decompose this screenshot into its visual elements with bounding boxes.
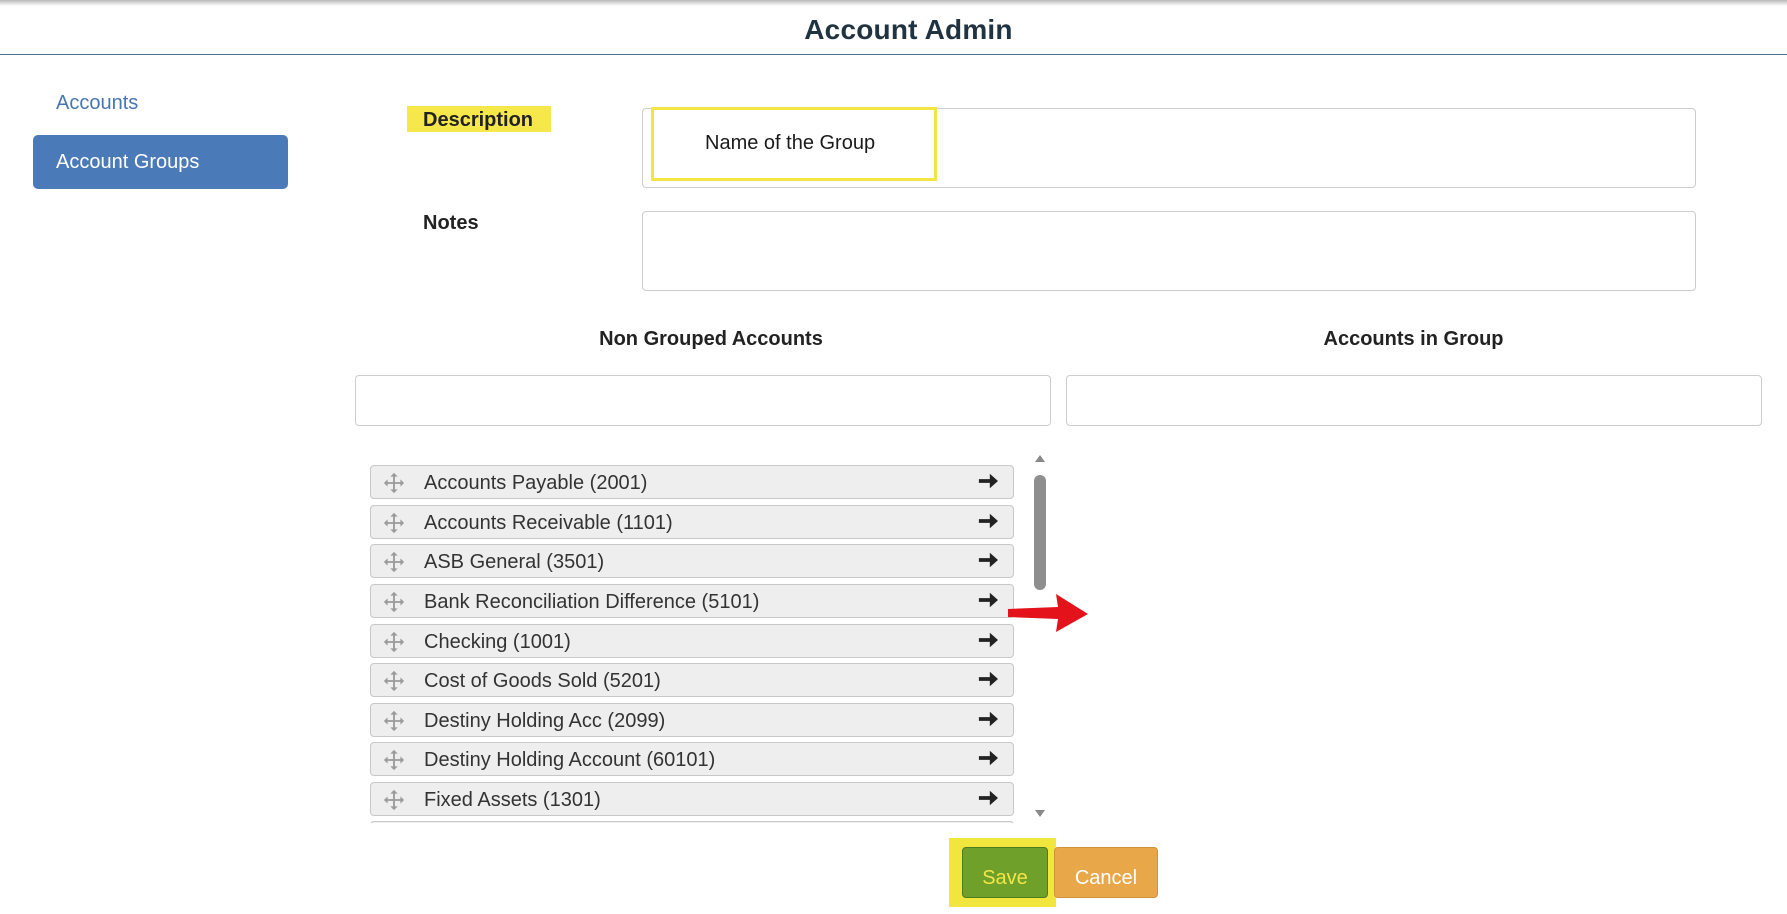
red-arrow-icon <box>1008 594 1088 632</box>
arrow-right-icon[interactable] <box>977 709 999 729</box>
title-divider <box>0 54 1787 55</box>
move-icon[interactable] <box>383 591 405 613</box>
sidebar-item-accounts[interactable]: Accounts <box>56 92 138 115</box>
move-icon[interactable] <box>383 710 405 732</box>
move-icon[interactable] <box>383 551 405 573</box>
non-grouped-filter-input[interactable] <box>355 375 1051 426</box>
save-button[interactable]: Save <box>962 847 1048 898</box>
list-item-label: Accounts Payable (2001) <box>424 472 648 494</box>
non-grouped-accounts-list: Accounts Payable (2001) Accounts Receiva… <box>368 457 1017 823</box>
list-item-label: Bank Reconciliation Difference (5101) <box>424 591 760 613</box>
list-item[interactable]: Destiny Holding Account (60101) <box>370 742 1014 776</box>
list-item[interactable]: ASB General (3501) <box>370 544 1014 578</box>
list-item[interactable]: Checking (1001) <box>370 624 1014 658</box>
arrow-right-icon[interactable] <box>977 471 999 491</box>
arrow-right-icon[interactable] <box>977 788 999 808</box>
arrow-right-icon[interactable] <box>977 748 999 768</box>
scroll-down-icon[interactable] <box>1035 810 1045 817</box>
list-item-label: Accounts Receivable (1101) <box>424 512 673 534</box>
list-item[interactable]: Cost of Goods Sold (5201) <box>370 663 1014 697</box>
list-item-label: Destiny Holding Acc (2099) <box>424 710 666 732</box>
move-icon[interactable] <box>383 789 405 811</box>
move-icon[interactable] <box>383 472 405 494</box>
list-item[interactable]: Accounts Receivable (1101) <box>370 505 1014 539</box>
arrow-right-icon[interactable] <box>977 550 999 570</box>
list-item-label: Cost of Goods Sold (5201) <box>424 670 661 692</box>
list-item[interactable]: Bank Reconciliation Difference (5101) <box>370 584 1014 618</box>
list-item-label: Fixed Assets (1301) <box>424 789 601 811</box>
notes-input[interactable] <box>642 211 1696 291</box>
sidebar-item-account-groups[interactable]: Account Groups <box>33 135 288 189</box>
scroll-thumb[interactable] <box>1034 475 1046 590</box>
list-item-label: Checking (1001) <box>424 631 571 653</box>
arrow-right-icon[interactable] <box>977 669 999 689</box>
list-item-label: Destiny Holding Account (60101) <box>424 749 716 771</box>
non-grouped-accounts-header: Non Grouped Accounts <box>599 328 823 350</box>
notes-label: Notes <box>423 212 479 234</box>
arrow-right-icon[interactable] <box>977 590 999 610</box>
list-item[interactable]: Accounts Payable (2001) <box>370 465 1014 499</box>
accounts-in-group-header: Accounts in Group <box>1323 328 1504 350</box>
window-top-shadow <box>0 0 1787 6</box>
arrow-right-icon[interactable] <box>977 630 999 650</box>
page-title: Account Admin <box>804 14 1013 45</box>
move-icon[interactable] <box>383 749 405 771</box>
list-scrollbar[interactable] <box>1029 455 1051 817</box>
arrow-right-icon[interactable] <box>977 511 999 531</box>
description-input-value: Name of the Group <box>705 132 876 154</box>
cancel-button[interactable]: Cancel <box>1054 847 1158 898</box>
move-icon[interactable] <box>383 512 405 534</box>
list-item[interactable] <box>370 821 1014 823</box>
list-item[interactable]: Destiny Holding Acc (2099) <box>370 703 1014 737</box>
list-item[interactable]: Fixed Assets (1301) <box>370 782 1014 816</box>
group-filter-input[interactable] <box>1066 375 1762 426</box>
scroll-up-icon[interactable] <box>1035 455 1045 462</box>
list-item-label: ASB General (3501) <box>424 551 605 573</box>
move-icon[interactable] <box>383 670 405 692</box>
move-icon[interactable] <box>383 631 405 653</box>
description-label: Description <box>407 106 551 132</box>
